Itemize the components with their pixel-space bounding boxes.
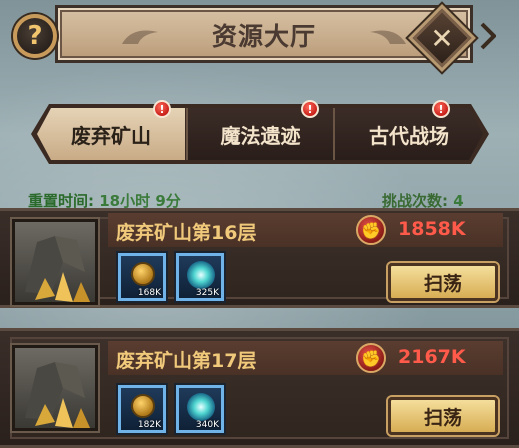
tab-label: 废弃矿山: [71, 123, 151, 148]
stage-power: 2167K: [398, 346, 466, 368]
reward-crystal[interactable]: 340K: [176, 385, 224, 433]
stage-header: 废弃矿山第16层 ✊ 1858K: [108, 213, 503, 247]
tab-label: 古代战场: [369, 123, 449, 148]
reward-gold[interactable]: 182K: [118, 385, 166, 433]
question-mark-icon: ?: [27, 21, 43, 51]
chevron-right-icon: [480, 22, 496, 50]
ore-crystal-icon: [25, 236, 91, 302]
reward-gold[interactable]: 168K: [118, 253, 166, 301]
gold-coin-icon: [131, 394, 155, 418]
stage-name: 废弃矿山第16层: [116, 222, 257, 244]
page-title: 资源大厅: [211, 22, 316, 51]
close-icon: ✕: [430, 21, 454, 55]
alert-badge-icon: !: [301, 100, 319, 118]
mine-ore-thumbnail: [12, 219, 98, 305]
fist-power-icon: ✊: [356, 215, 386, 245]
reward-amount: 340K: [195, 420, 219, 430]
reward-crystal[interactable]: 325K: [176, 253, 224, 301]
reward-amount: 325K: [195, 288, 219, 298]
tab-ancient-battlefield[interactable]: 古代战场: [333, 108, 483, 160]
mana-crystal-icon: [187, 393, 215, 421]
tab-label: 魔法遗迹: [220, 123, 301, 148]
help-button[interactable]: ?: [13, 14, 57, 58]
alert-badge-icon: !: [432, 100, 450, 118]
tab-bar: 废弃矿山 ! 魔法遗迹 ! 古代战场 !: [0, 100, 519, 163]
stage-power: 1858K: [398, 218, 466, 240]
sweep-button[interactable]: 扫荡: [388, 397, 498, 435]
reward-amount: 168K: [137, 288, 161, 298]
right-wing-ornament-icon: [370, 30, 406, 44]
ore-crystal-icon: [25, 362, 91, 428]
stage-card: 废弃矿山第17层 ✊ 2167K 182K 340K 扫荡: [0, 328, 519, 448]
sweep-button[interactable]: 扫荡: [388, 263, 498, 301]
mana-crystal-icon: [187, 261, 215, 289]
fist-power-icon: ✊: [356, 343, 386, 373]
gold-coin-icon: [131, 262, 155, 286]
stage-card: 废弃矿山第16层 ✊ 1858K 168K 325K 扫荡: [0, 208, 519, 308]
mine-ore-thumbnail: [12, 345, 98, 431]
alert-badge-icon: !: [153, 100, 171, 118]
stage-name: 废弃矿山第17层: [116, 350, 257, 372]
stage-header: 废弃矿山第17层 ✊ 2167K: [108, 341, 503, 375]
reward-amount: 182K: [137, 420, 161, 430]
